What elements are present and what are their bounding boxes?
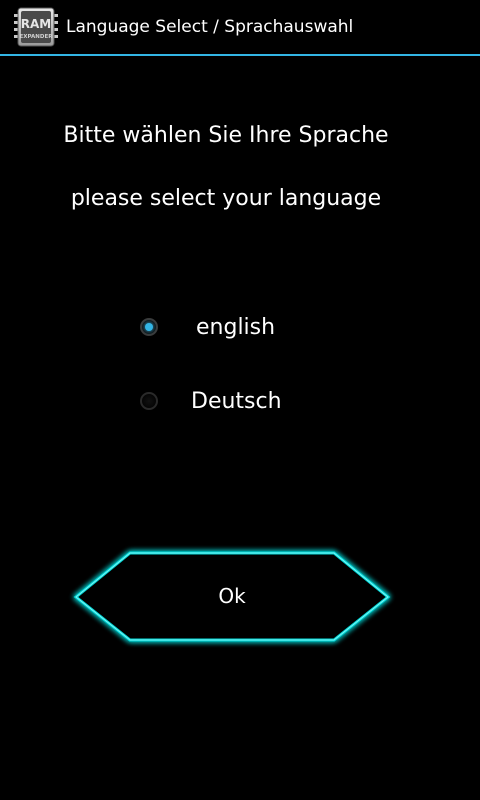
radio-selected-dot-icon (145, 323, 153, 331)
radio-button-english[interactable] (140, 318, 158, 336)
prompt-english: please select your language (70, 186, 382, 211)
app-title: Language Select / Sprachauswahl (66, 17, 354, 37)
title-bar: RAM EXPANDER Language Select / Sprachaus… (0, 0, 480, 54)
radio-label-english[interactable]: english (196, 313, 275, 343)
prompt-german: Bitte wählen Sie Ihre Sprache (63, 123, 389, 148)
radio-option-english[interactable]: english (0, 303, 480, 353)
ok-button[interactable]: Ok (66, 546, 398, 648)
radio-button-deutsch[interactable] (140, 392, 158, 410)
radio-label-deutsch[interactable]: Deutsch (191, 387, 282, 417)
language-select-screen: RAM EXPANDER Language Select / Sprachaus… (0, 0, 480, 800)
ok-button-label[interactable]: Ok (66, 582, 398, 610)
ram-expander-app-icon: RAM EXPANDER (14, 6, 58, 48)
radio-option-deutsch[interactable]: Deutsch (0, 377, 480, 427)
app-icon-text-ram: RAM (21, 17, 51, 31)
title-bar-divider (0, 54, 480, 56)
app-icon-text-expander: EXPANDER (20, 34, 54, 40)
